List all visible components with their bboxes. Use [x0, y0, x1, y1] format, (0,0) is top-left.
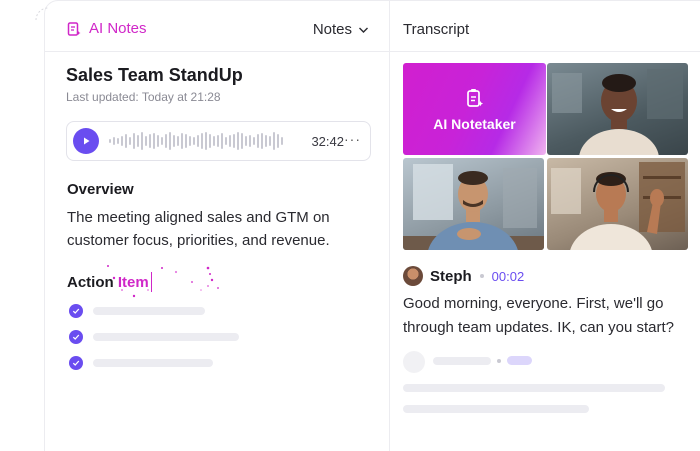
action-item-placeholder	[93, 359, 213, 367]
waveform-bar	[145, 136, 147, 146]
action-item-placeholder	[93, 307, 205, 315]
ai-notes-label: AI Notes	[89, 20, 147, 37]
waveform-bar	[257, 134, 259, 148]
text-cursor	[150, 272, 152, 292]
ai-notetaker-label: AI Notetaker	[433, 116, 516, 132]
ai-notetaker-tile[interactable]: AI Notetaker	[403, 63, 546, 155]
transcript-text: Good morning, everyone. First, we'll go …	[403, 295, 674, 336]
waveform-bar	[129, 137, 131, 145]
ai-notes-tab[interactable]: AI Notes	[66, 20, 147, 37]
waveform-bar	[185, 134, 187, 148]
transcript-header: Transcript	[390, 0, 700, 52]
waveform-bar	[173, 135, 175, 147]
waveform-bar	[269, 136, 271, 146]
waveform-bar	[241, 133, 243, 149]
waveform-bar	[229, 135, 231, 147]
waveform-bar	[153, 133, 155, 149]
waveform-bar	[237, 132, 239, 150]
action-heading-highlight: Item	[117, 274, 149, 291]
waveform-bar	[189, 136, 191, 146]
waveform-bar	[261, 133, 263, 149]
audio-player: 32:42 ···	[66, 121, 371, 161]
action-items-heading[interactable]: Action Item	[67, 272, 152, 292]
placeholder-line	[403, 384, 665, 392]
waveform-bar	[109, 139, 111, 143]
action-item-row[interactable]	[69, 304, 205, 318]
notes-dropdown-label: Notes	[312, 21, 352, 38]
participant-avatar	[551, 162, 685, 250]
waveform-bar	[133, 133, 135, 149]
speaker-row: Steph 00:02	[403, 266, 524, 286]
waveform-bar	[213, 136, 215, 146]
notes-panel: AI Notes Notes Sales Team StandUp Last u…	[44, 0, 389, 451]
waveform-bar	[193, 137, 195, 145]
check-icon	[69, 304, 83, 318]
placeholder-timestamp	[507, 356, 532, 365]
waveform-bar	[149, 134, 151, 148]
participant-avatar	[552, 69, 683, 155]
placeholder-avatar	[403, 351, 425, 373]
overview-text: The meeting aligned sales and GTM on cus…	[67, 209, 330, 249]
waveform-bar	[209, 134, 211, 148]
speaker-avatar	[403, 266, 423, 286]
play-icon	[81, 136, 91, 146]
waveform-bar	[277, 134, 279, 148]
waveform-bar	[177, 136, 179, 146]
audio-waveform[interactable]	[109, 128, 283, 154]
separator-dot	[479, 274, 484, 278]
waveform-bar	[161, 137, 163, 145]
waveform-bar	[225, 137, 227, 145]
meeting-title: Sales Team StandUp	[66, 65, 243, 85]
audio-duration: 32:42	[311, 134, 344, 149]
ai-notes-icon	[66, 21, 82, 37]
waveform-bar	[265, 135, 267, 147]
chevron-down-icon	[358, 26, 369, 34]
waveform-bar	[197, 135, 199, 147]
waveform-bar	[125, 134, 127, 148]
action-item-placeholder	[93, 333, 239, 341]
waveform-bar	[221, 133, 223, 149]
notes-dropdown[interactable]: Notes	[313, 21, 369, 38]
waveform-bar	[121, 136, 123, 146]
more-icon[interactable]: ···	[344, 131, 361, 147]
overview-heading: Overview	[67, 181, 134, 198]
transcript-panel: Transcript AI Notetaker Steph 00:02 Good…	[390, 0, 700, 451]
waveform-bar	[157, 135, 159, 147]
action-item-row[interactable]	[69, 330, 239, 344]
waveform-bar	[253, 137, 255, 145]
waveform-bar	[169, 132, 171, 150]
participant-avatar	[403, 164, 544, 250]
speaker-name: Steph	[430, 267, 472, 285]
check-icon	[69, 330, 83, 344]
check-icon	[69, 356, 83, 370]
waveform-bar	[165, 134, 167, 148]
placeholder-name	[433, 357, 491, 365]
waveform-bar	[113, 137, 115, 145]
participant-video-tile[interactable]	[547, 158, 688, 250]
waveform-bar	[217, 135, 219, 147]
play-button[interactable]	[73, 128, 99, 154]
waveform-bar	[201, 133, 203, 149]
action-heading-prefix: Action	[67, 274, 118, 291]
notes-header: AI Notes Notes	[44, 0, 389, 52]
waveform-bar	[117, 138, 119, 144]
last-updated: Last updated: Today at 21:28	[66, 90, 221, 104]
waveform-bar	[245, 136, 247, 146]
waveform-bar	[205, 132, 207, 150]
waveform-bar	[141, 132, 143, 150]
placeholder-separator	[497, 359, 501, 363]
waveform-bar	[233, 134, 235, 148]
notetaker-icon	[465, 88, 485, 110]
waveform-bar	[137, 135, 139, 147]
action-item-row[interactable]	[69, 356, 213, 370]
placeholder-line	[403, 405, 589, 413]
participant-video-tile[interactable]	[403, 158, 544, 250]
transcript-title: Transcript	[403, 21, 470, 38]
waveform-bar	[249, 135, 251, 147]
participant-video-tile[interactable]	[547, 63, 688, 155]
waveform-bar	[273, 132, 275, 150]
speaker-timestamp[interactable]: 00:02	[492, 269, 525, 284]
waveform-bar	[181, 133, 183, 149]
waveform-bar	[281, 137, 283, 145]
